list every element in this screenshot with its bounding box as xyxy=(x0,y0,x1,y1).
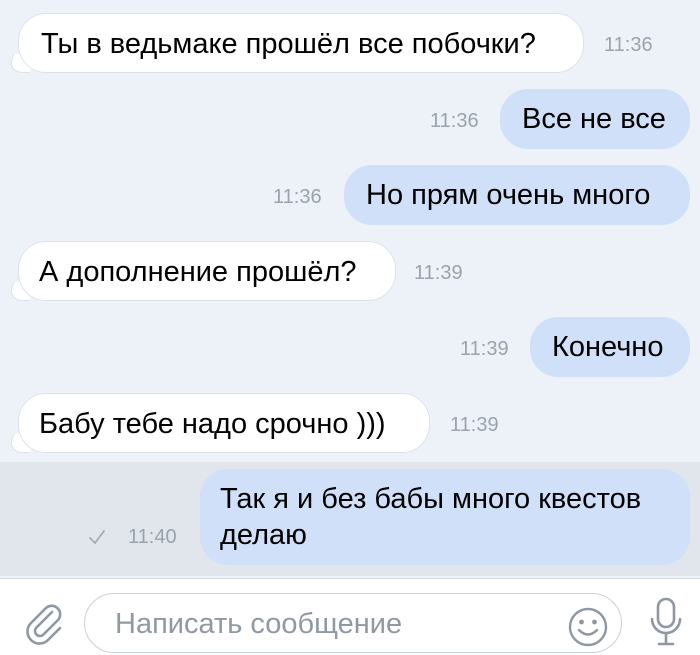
message-list[interactable]: Ты в ведьмаке прошёл все побочки? 11:36 … xyxy=(0,0,700,578)
message-time: 11:39 xyxy=(450,414,499,436)
outgoing-message-bubble[interactable]: Все не все xyxy=(500,89,690,149)
message-input-placeholder: Написать сообщение xyxy=(115,608,403,640)
microphone-icon[interactable] xyxy=(648,597,684,649)
smiley-icon[interactable] xyxy=(566,605,610,649)
outgoing-message-bubble[interactable]: Так я и без бабы много квестов делаю xyxy=(200,469,690,565)
message-time: 11:36 xyxy=(273,186,322,208)
message-text: Конечно xyxy=(552,331,664,363)
check-icon xyxy=(89,530,105,544)
outgoing-message-bubble[interactable]: Конечно xyxy=(530,317,690,377)
incoming-message-bubble[interactable]: А дополнение прошёл? xyxy=(18,241,396,301)
paperclip-icon[interactable] xyxy=(22,601,66,645)
composer-bar: Написать сообщение xyxy=(0,578,700,655)
outgoing-message-bubble[interactable]: Но прям очень много xyxy=(344,165,690,225)
incoming-message-bubble[interactable]: Бабу тебе надо срочно ))) xyxy=(18,393,430,453)
incoming-message-bubble[interactable]: Ты в ведьмаке прошёл все побочки? xyxy=(18,13,584,73)
message-time: 11:36 xyxy=(430,110,479,132)
message-time: 11:40 xyxy=(128,526,177,548)
message-text: Ты в ведьмаке прошёл все побочки? xyxy=(41,28,536,60)
message-time: 11:36 xyxy=(604,34,653,56)
message-text: Но прям очень много xyxy=(366,179,651,211)
message-text: А дополнение прошёл? xyxy=(39,256,357,288)
message-text: Бабу тебе надо срочно ))) xyxy=(39,408,386,440)
message-text: Все не все xyxy=(522,103,666,135)
message-input[interactable]: Написать сообщение xyxy=(84,593,622,653)
message-text-line: делаю xyxy=(220,519,307,551)
message-time: 11:39 xyxy=(460,338,509,360)
message-time: 11:39 xyxy=(414,262,463,284)
message-text-line: Так я и без бабы много квестов xyxy=(220,483,642,515)
